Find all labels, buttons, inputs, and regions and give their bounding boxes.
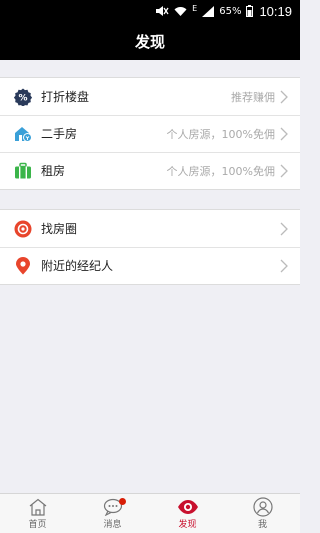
menu-item-label: 二手房 — [41, 127, 78, 141]
location-pin-icon — [14, 256, 32, 275]
bottom-tab-bar: 首页 消息 发现 我 — [0, 493, 300, 533]
network-type-label: E — [192, 4, 198, 13]
chevron-right-icon — [280, 127, 290, 141]
discover-group-social: 找房圈 附近的经纪人 — [0, 209, 300, 285]
discount-icon: % — [14, 88, 32, 106]
house-icon — [14, 125, 32, 143]
battery-icon — [246, 5, 254, 17]
tab-discover[interactable]: 发现 — [150, 494, 225, 533]
eye-icon — [177, 497, 199, 517]
menu-item-rental[interactable]: 租房 个人房源，100%免佣 — [0, 152, 300, 189]
menu-item-label: 打折楼盘 — [41, 90, 90, 104]
menu-item-discount-properties[interactable]: % 打折楼盘 推荐赚佣 — [0, 78, 300, 115]
svg-text:%: % — [18, 93, 27, 103]
menu-item-nearby-agents[interactable]: 附近的经纪人 — [0, 247, 300, 284]
chevron-right-icon — [280, 164, 290, 178]
tab-label: 消息 — [103, 520, 122, 530]
home-icon — [28, 497, 48, 517]
mute-icon — [155, 5, 169, 17]
menu-item-hint: 推荐赚佣 — [231, 90, 275, 104]
menu-item-hint: 个人房源，100%免佣 — [166, 127, 275, 141]
circle-icon — [14, 220, 32, 238]
signal-icon — [202, 5, 215, 17]
tab-label: 我 — [257, 520, 267, 530]
suitcase-icon — [14, 162, 32, 180]
chevron-right-icon — [280, 222, 290, 236]
tab-label: 首页 — [28, 520, 47, 530]
unread-badge — [118, 498, 126, 505]
page-title: 发现 — [134, 32, 165, 51]
battery-percent: 65% — [219, 5, 242, 17]
menu-item-label: 附近的经纪人 — [41, 259, 114, 273]
menu-item-house-circle[interactable]: 找房圈 — [0, 210, 300, 247]
chevron-right-icon — [280, 90, 290, 104]
tab-messages[interactable]: 消息 — [75, 494, 150, 533]
discover-group-housing: % 打折楼盘 推荐赚佣 二手房 个人房源，100%免佣 租房 个人房源，100%… — [0, 77, 300, 190]
tab-label: 发现 — [178, 520, 197, 530]
menu-item-second-hand-house[interactable]: 二手房 个人房源，100%免佣 — [0, 115, 300, 152]
status-bar: E 65% 10:19 — [0, 0, 300, 22]
tab-home[interactable]: 首页 — [0, 494, 75, 533]
wifi-icon — [174, 6, 187, 17]
user-icon — [252, 497, 273, 517]
clock: 10:19 — [259, 3, 292, 19]
chevron-right-icon — [280, 259, 290, 273]
menu-item-hint: 个人房源，100%免佣 — [166, 164, 275, 178]
menu-item-label: 租房 — [41, 164, 66, 178]
menu-item-label: 找房圈 — [41, 222, 78, 236]
tab-me[interactable]: 我 — [225, 494, 300, 533]
title-bar: 发现 — [0, 22, 300, 60]
